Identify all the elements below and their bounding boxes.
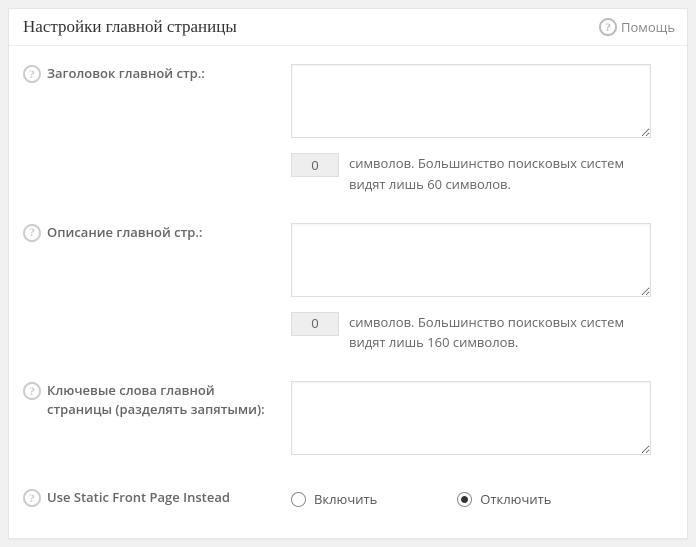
- label-col: ? Ключевые слова главной страницы (разде…: [23, 381, 291, 419]
- panel-body: ? Заголовок главной стр.: символов. Боль…: [9, 46, 687, 538]
- input-col: [291, 381, 673, 460]
- input-col: символов. Большинство поисковых систем в…: [291, 64, 673, 195]
- input-col: Включить Отключить: [291, 488, 673, 508]
- hint-row: символов. Большинство поисковых систем в…: [291, 153, 661, 195]
- radio-label: Включить: [314, 490, 377, 508]
- radio-label: Отключить: [480, 490, 551, 508]
- row-static-front-page: ? Use Static Front Page Instead Включить…: [23, 488, 673, 508]
- panel-header: Настройки главной страницы ? Помощь: [9, 9, 687, 46]
- hint-text: символов. Большинство поисковых систем в…: [349, 153, 661, 195]
- help-icon[interactable]: ?: [23, 382, 41, 400]
- help-icon[interactable]: ?: [23, 224, 41, 242]
- field-label: Описание главной стр.:: [47, 223, 214, 242]
- panel-title: Настройки главной страницы: [23, 17, 237, 37]
- hint-row: символов. Большинство поисковых систем в…: [291, 312, 661, 354]
- settings-panel: Настройки главной страницы ? Помощь ? За…: [8, 8, 688, 539]
- radio-group: Включить Отключить: [291, 488, 673, 508]
- help-label: Помощь: [621, 18, 675, 36]
- char-count: [291, 153, 339, 177]
- help-icon[interactable]: ?: [23, 489, 41, 507]
- row-homepage-title: ? Заголовок главной стр.: символов. Боль…: [23, 64, 673, 195]
- label-col: ? Use Static Front Page Instead: [23, 488, 291, 507]
- help-button[interactable]: ? Помощь: [599, 18, 675, 36]
- label-col: ? Заголовок главной стр.:: [23, 64, 291, 83]
- row-homepage-description: ? Описание главной стр.: символов. Больш…: [23, 223, 673, 354]
- row-homepage-keywords: ? Ключевые слова главной страницы (разде…: [23, 381, 673, 460]
- input-col: символов. Большинство поисковых систем в…: [291, 223, 673, 354]
- radio-icon: [291, 492, 306, 507]
- char-count: [291, 312, 339, 336]
- field-label: Заголовок главной стр.:: [47, 64, 217, 83]
- help-icon: ?: [599, 18, 617, 36]
- hint-text: символов. Большинство поисковых систем в…: [349, 312, 661, 354]
- field-label: Ключевые слова главной страницы (разделя…: [47, 381, 291, 419]
- radio-icon: [457, 492, 472, 507]
- radio-option-enable[interactable]: Включить: [291, 490, 377, 508]
- homepage-keywords-input[interactable]: [291, 381, 651, 455]
- label-col: ? Описание главной стр.:: [23, 223, 291, 242]
- help-icon[interactable]: ?: [23, 65, 41, 83]
- homepage-title-input[interactable]: [291, 64, 651, 138]
- radio-option-disable[interactable]: Отключить: [457, 490, 551, 508]
- field-label: Use Static Front Page Instead: [47, 488, 242, 507]
- homepage-description-input[interactable]: [291, 223, 651, 297]
